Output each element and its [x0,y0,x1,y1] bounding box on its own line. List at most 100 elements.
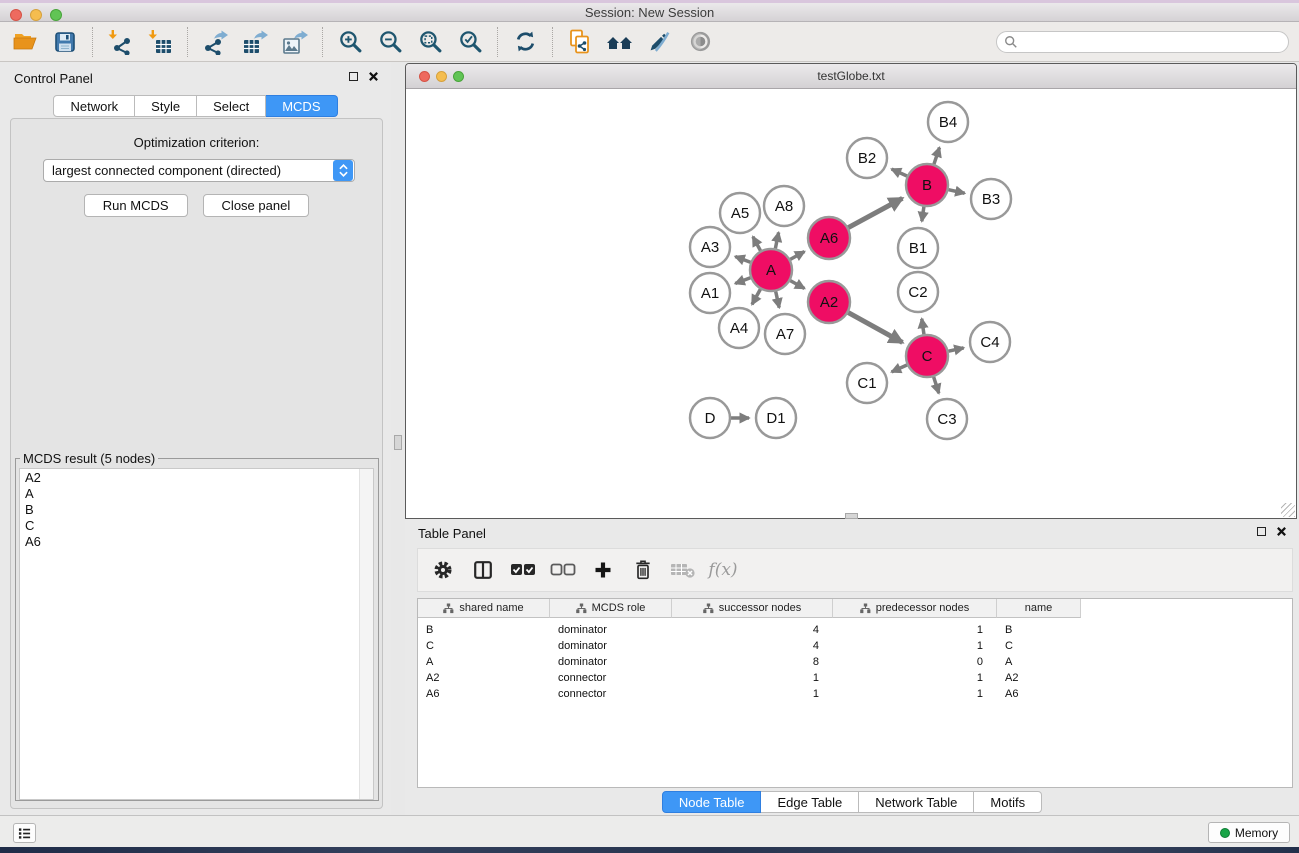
table-row[interactable]: Bdominator41B [418,622,1292,638]
graph-node-A3[interactable]: A3 [690,227,730,267]
zoom-network-window-button[interactable] [453,71,464,82]
horizontal-splitter-handle[interactable] [845,513,858,519]
graph-node-A2[interactable]: A2 [808,281,850,323]
column-header[interactable]: predecessor nodes [833,599,997,618]
graph-edge[interactable] [752,289,760,304]
tab-network[interactable]: Network [53,95,135,117]
network-graph[interactable]: B4B2BB3A8A5A6A3B1AA1C2A2A4A7C4CC1DD1C3 [406,89,1296,518]
graph-node-D1[interactable]: D1 [756,398,796,438]
delete-column-button[interactable] [626,553,660,587]
hide-annotations-button[interactable] [640,24,680,60]
refresh-button[interactable] [505,24,545,60]
show-graphics-details-button[interactable] [680,24,720,60]
graph-edge[interactable] [735,278,750,284]
vertical-splitter[interactable] [391,62,405,815]
run-mcds-button[interactable]: Run MCDS [84,194,188,217]
graph-edge[interactable] [948,348,963,351]
tab-edge-table[interactable]: Edge Table [761,791,859,813]
tab-motifs[interactable]: Motifs [974,791,1042,813]
network-canvas[interactable]: B4B2BB3A8A5A6A3B1AA1C2A2A4A7C4CC1DD1C3 [406,89,1296,518]
graph-edge[interactable] [922,207,924,221]
column-header[interactable]: name [997,599,1081,618]
table-row[interactable]: A6connector11A6 [418,686,1292,702]
graph-node-C[interactable]: C [906,335,948,377]
export-network-button[interactable] [195,24,235,60]
table-row[interactable]: Cdominator41C [418,638,1292,654]
graph-node-A4[interactable]: A4 [719,308,759,348]
window-resize-grip[interactable] [1281,503,1295,517]
graph-node-C2[interactable]: C2 [898,272,938,312]
graph-node-A7[interactable]: A7 [765,314,805,354]
column-header[interactable]: successor nodes [672,599,833,618]
close-panel-icon[interactable] [368,71,379,82]
table-row[interactable]: Adominator80A [418,654,1292,670]
graph-node-B3[interactable]: B3 [971,179,1011,219]
list-item[interactable]: A [25,486,354,502]
network-window-controls[interactable] [419,71,464,82]
float-panel-icon[interactable] [1257,527,1266,536]
minimize-network-window-button[interactable] [436,71,447,82]
graph-edge[interactable] [790,252,804,260]
graph-node-D[interactable]: D [690,398,730,438]
memory-button[interactable]: Memory [1208,822,1290,843]
mcds-result-list[interactable]: A2ABCA6 [19,468,374,800]
graph-edge[interactable] [753,237,761,251]
splitter-handle[interactable] [394,435,402,450]
tab-style[interactable]: Style [135,95,197,117]
list-item[interactable]: A2 [25,470,354,486]
create-column-button[interactable] [586,553,620,587]
close-network-window-button[interactable] [419,71,430,82]
table-settings-button[interactable] [426,553,460,587]
close-panel-icon[interactable] [1276,526,1287,537]
search-field[interactable] [996,31,1289,53]
table-row[interactable]: A2connector11A2 [418,670,1292,686]
graph-edge[interactable] [790,281,804,289]
graph-node-C3[interactable]: C3 [927,399,967,439]
graph-node-A8[interactable]: A8 [764,186,804,226]
graph-node-A5[interactable]: A5 [720,193,760,233]
export-image-button[interactable] [275,24,315,60]
open-session-button[interactable] [5,24,45,60]
column-header[interactable]: shared name [418,599,550,618]
graph-edge[interactable] [934,377,939,393]
graph-edge[interactable] [948,190,964,194]
function-builder-button[interactable]: f(x) [706,553,740,587]
graph-edge[interactable] [775,232,778,248]
network-window-titlebar[interactable]: testGlobe.txt [406,64,1296,89]
graph-edge[interactable] [735,257,750,263]
show-column-button[interactable] [466,553,500,587]
list-item[interactable]: C [25,518,354,534]
import-table-button[interactable] [140,24,180,60]
list-item[interactable]: A6 [25,534,354,550]
criterion-select[interactable]: largest connected component (directed) [43,159,355,182]
graph-node-B1[interactable]: B1 [898,228,938,268]
float-panel-icon[interactable] [349,72,358,81]
graph-node-B2[interactable]: B2 [847,138,887,178]
zoom-selected-button[interactable] [450,24,490,60]
graph-node-C4[interactable]: C4 [970,322,1010,362]
minimize-window-button[interactable] [30,9,42,21]
delete-table-button[interactable] [666,553,700,587]
list-item[interactable]: B [25,502,354,518]
show-log-button[interactable] [13,823,36,843]
save-session-button[interactable] [45,24,85,60]
zoom-out-button[interactable] [370,24,410,60]
graph-edge[interactable] [892,169,907,176]
close-panel-button[interactable]: Close panel [203,194,310,217]
export-table-button[interactable] [235,24,275,60]
graph-node-A1[interactable]: A1 [690,273,730,313]
graph-edge[interactable] [776,291,780,307]
close-window-button[interactable] [10,9,22,21]
graph-edge[interactable] [922,319,924,334]
graph-edge[interactable] [848,198,902,227]
tab-node-table[interactable]: Node Table [662,791,762,813]
tab-select[interactable]: Select [197,95,266,117]
window-controls[interactable] [10,9,62,21]
graph-node-B4[interactable]: B4 [928,102,968,142]
tab-network-table[interactable]: Network Table [859,791,974,813]
graph-node-A[interactable]: A [750,249,792,291]
list-scrollbar[interactable] [359,469,373,799]
search-input[interactable] [1018,33,1288,51]
graph-node-B[interactable]: B [906,164,948,206]
column-header[interactable]: MCDS role [550,599,672,618]
